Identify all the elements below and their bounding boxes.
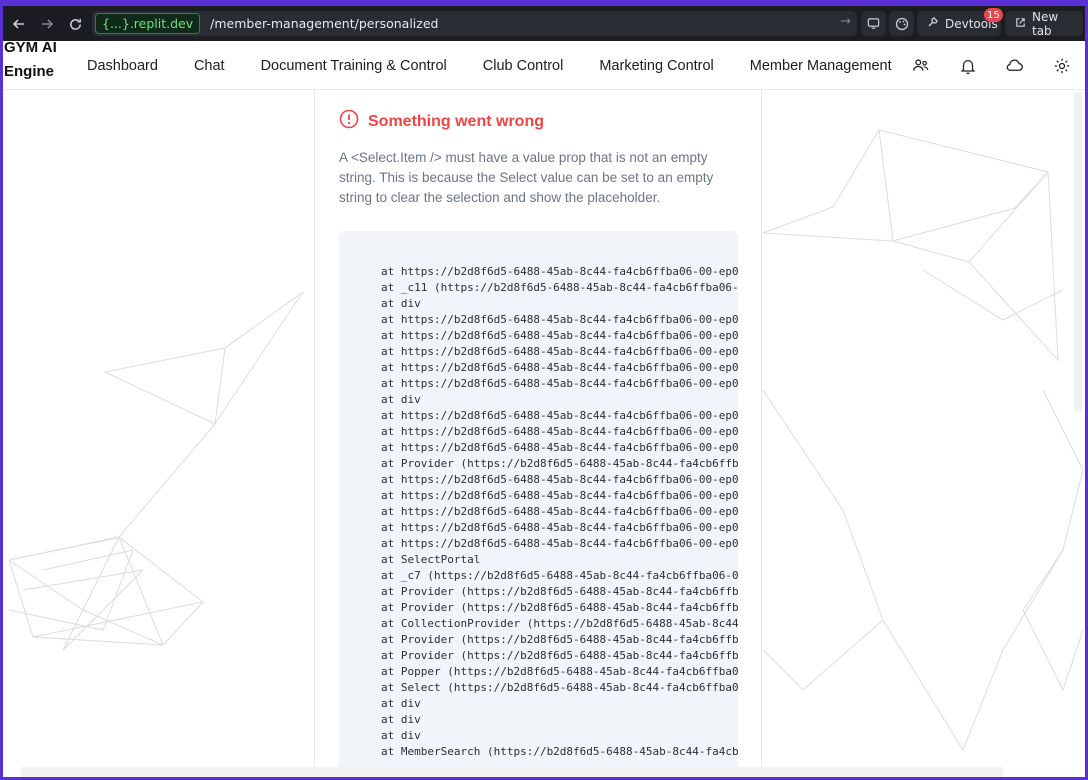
stack-line: at _c7 (https://b2d8f6d5-6488-45ab-8c44-… [381, 569, 738, 582]
gear-icon[interactable] [1038, 57, 1085, 75]
stack-line: at CollectionProvider (https://b2d8f6d5-… [381, 617, 738, 630]
error-heading: Something went wrong [339, 109, 544, 134]
forward-icon[interactable] [33, 10, 61, 38]
stack-line: at _c11 (https://b2d8f6d5-6488-45ab-8c44… [381, 281, 738, 294]
stack-line: at Select (https://b2d8f6d5-6488-45ab-8c… [381, 681, 738, 694]
stack-line: at MemberSearch (https://b2d8f6d5-6488-4… [381, 745, 738, 758]
external-link-icon [1015, 17, 1026, 31]
new-tab-label: New tab [1032, 9, 1059, 38]
reload-icon[interactable] [61, 10, 89, 38]
stack-line: at https://b2d8f6d5-6488-45ab-8c44-fa4cb… [381, 521, 738, 534]
stack-line: at Provider (https://b2d8f6d5-6488-45ab-… [381, 601, 738, 614]
error-card: Something went wrong A <Select.Item /> m… [314, 90, 762, 777]
browser-toolbar: {...}.replit.dev /member-management/pers… [3, 6, 1085, 41]
devtools-button[interactable]: Devtools 15 [917, 8, 1003, 36]
palette-icon[interactable] [889, 11, 914, 36]
horizontal-scrollbar[interactable] [21, 767, 1003, 777]
app-logo[interactable]: GYM AI Engine [4, 36, 64, 84]
stack-line: at https://b2d8f6d5-6488-45ab-8c44-fa4cb… [381, 329, 738, 342]
new-tab-button[interactable]: New tab [1005, 9, 1083, 38]
stack-line: at div [381, 729, 421, 742]
stack-line: at https://b2d8f6d5-6488-45ab-8c44-fa4cb… [381, 409, 738, 422]
stack-line: at div [381, 713, 421, 726]
stack-line: at Provider (https://b2d8f6d5-6488-45ab-… [381, 585, 738, 598]
stack-line: at Provider (https://b2d8f6d5-6488-45ab-… [381, 649, 738, 662]
stack-line: at https://b2d8f6d5-6488-45ab-8c44-fa4cb… [381, 361, 738, 374]
header-actions [897, 41, 1085, 90]
nav-dashboard[interactable]: Dashboard [87, 58, 158, 74]
stack-line: at SelectPortal [381, 553, 481, 566]
stack-line: at Popper (https://b2d8f6d5-6488-45ab-8c… [381, 665, 738, 678]
vertical-scrollbar[interactable] [1074, 92, 1082, 412]
nav-marketing-control[interactable]: Marketing Control [599, 58, 713, 74]
error-message: A <Select.Item /> must have a value prop… [339, 150, 714, 205]
nav-document-training[interactable]: Document Training & Control [261, 58, 447, 74]
browser-window: {...}.replit.dev /member-management/pers… [3, 6, 1085, 777]
stack-line: at https://b2d8f6d5-6488-45ab-8c44-fa4cb… [381, 265, 738, 278]
main-nav: Dashboard Chat Document Training & Contr… [87, 41, 928, 90]
stack-line: at https://b2d8f6d5-6488-45ab-8c44-fa4cb… [381, 345, 738, 358]
stack-line: at https://b2d8f6d5-6488-45ab-8c44-fa4cb… [381, 473, 738, 486]
go-arrow-icon[interactable]: → [840, 14, 851, 29]
stack-trace-box[interactable]: at https://b2d8f6d5-6488-45ab-8c44-fa4cb… [339, 231, 738, 777]
cloud-icon[interactable] [991, 56, 1038, 75]
stack-line: at div [381, 297, 421, 310]
domain-chip: {...}.replit.dev [95, 13, 201, 34]
stack-line: at https://b2d8f6d5-6488-45ab-8c44-fa4cb… [381, 377, 738, 390]
devtools-badge: 15 [984, 8, 1003, 22]
alert-circle-icon [339, 109, 359, 134]
screen-icon[interactable] [861, 11, 886, 36]
url-path: /member-management/personalized [210, 16, 439, 31]
stack-line: at Provider (https://b2d8f6d5-6488-45ab-… [381, 633, 738, 646]
stack-line: at https://b2d8f6d5-6488-45ab-8c44-fa4cb… [381, 489, 738, 502]
nav-club-control[interactable]: Club Control [483, 58, 564, 74]
bell-icon[interactable] [944, 57, 991, 75]
stack-line: at div [381, 697, 421, 710]
stack-line: at https://b2d8f6d5-6488-45ab-8c44-fa4cb… [381, 537, 738, 550]
stack-line: at https://b2d8f6d5-6488-45ab-8c44-fa4cb… [381, 441, 738, 454]
users-icon[interactable] [897, 57, 944, 75]
stack-line: at Provider (https://b2d8f6d5-6488-45ab-… [381, 457, 738, 470]
app-header: GYM AI Engine Dashboard Chat Document Tr… [3, 39, 1085, 90]
nav-chat[interactable]: Chat [194, 58, 225, 74]
back-icon[interactable] [5, 10, 33, 38]
address-bar[interactable]: {...}.replit.dev /member-management/pers… [92, 11, 857, 36]
stack-trace: at https://b2d8f6d5-6488-45ab-8c44-fa4cb… [381, 264, 738, 760]
stack-line: at https://b2d8f6d5-6488-45ab-8c44-fa4cb… [381, 505, 738, 518]
error-title: Something went wrong [368, 112, 544, 130]
stack-line: at div [381, 393, 421, 406]
stack-line: at https://b2d8f6d5-6488-45ab-8c44-fa4cb… [381, 425, 738, 438]
stack-line: at https://b2d8f6d5-6488-45ab-8c44-fa4cb… [381, 313, 738, 326]
nav-member-management[interactable]: Member Management [750, 58, 892, 74]
wrench-icon [927, 16, 939, 31]
